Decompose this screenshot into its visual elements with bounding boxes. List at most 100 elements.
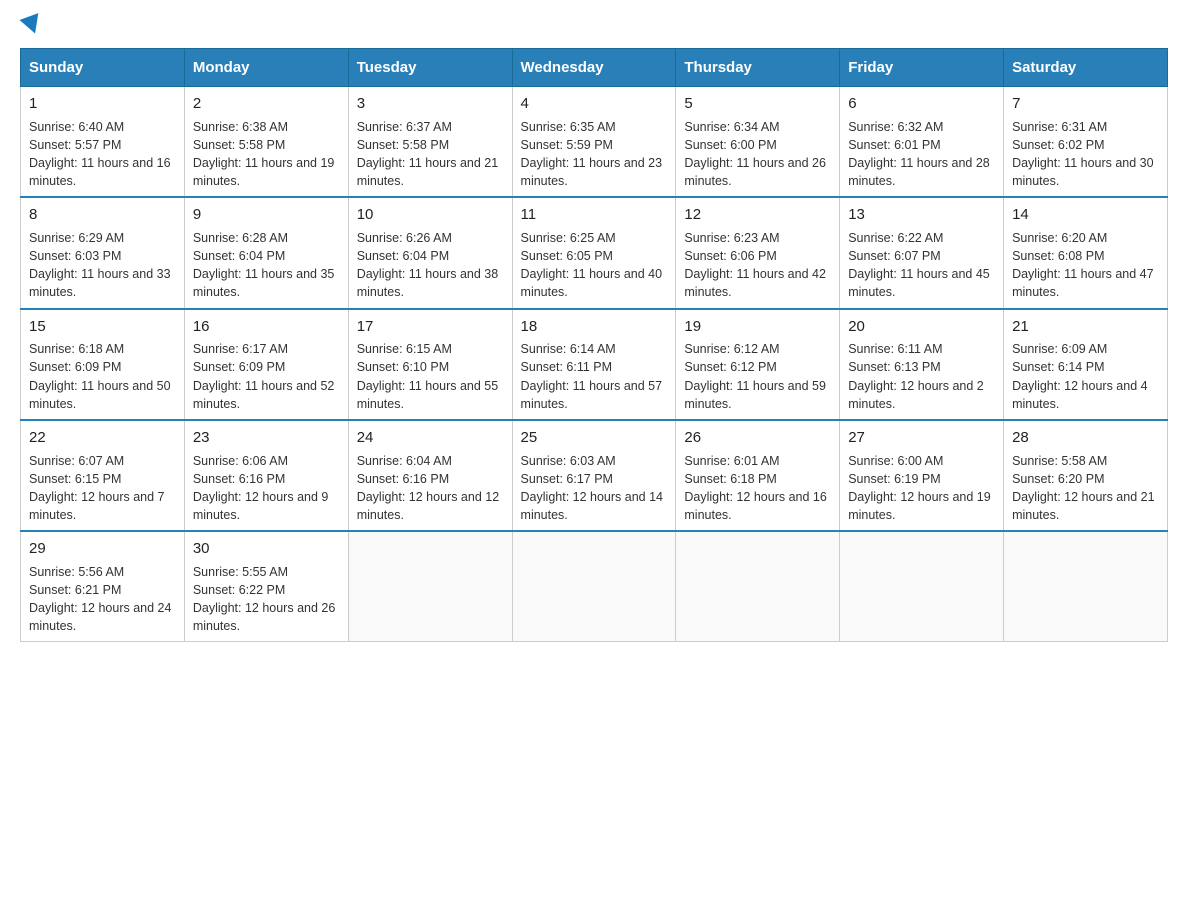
sunrise-text: Sunrise: 6:09 AM <box>1012 340 1159 358</box>
day-number: 10 <box>357 204 504 226</box>
calendar-cell: 17Sunrise: 6:15 AMSunset: 6:10 PMDayligh… <box>348 309 512 420</box>
day-number: 26 <box>684 427 831 449</box>
daylight-text: Daylight: 12 hours and 26 minutes. <box>193 599 340 635</box>
calendar-cell: 4Sunrise: 6:35 AMSunset: 5:59 PMDaylight… <box>512 87 676 198</box>
calendar-cell: 6Sunrise: 6:32 AMSunset: 6:01 PMDaylight… <box>840 87 1004 198</box>
day-number: 23 <box>193 427 340 449</box>
sunset-text: Sunset: 6:08 PM <box>1012 247 1159 265</box>
sunset-text: Sunset: 6:16 PM <box>193 470 340 488</box>
sunrise-text: Sunrise: 6:00 AM <box>848 452 995 470</box>
sunset-text: Sunset: 6:19 PM <box>848 470 995 488</box>
sunrise-text: Sunrise: 6:34 AM <box>684 118 831 136</box>
sunset-text: Sunset: 6:15 PM <box>29 470 176 488</box>
day-number: 30 <box>193 538 340 560</box>
sunset-text: Sunset: 6:14 PM <box>1012 358 1159 376</box>
sunset-text: Sunset: 6:13 PM <box>848 358 995 376</box>
sunset-text: Sunset: 6:09 PM <box>193 358 340 376</box>
sunrise-text: Sunrise: 6:22 AM <box>848 229 995 247</box>
weekday-header-saturday: Saturday <box>1004 49 1168 87</box>
sunset-text: Sunset: 6:02 PM <box>1012 136 1159 154</box>
sunrise-text: Sunrise: 6:26 AM <box>357 229 504 247</box>
calendar-cell: 3Sunrise: 6:37 AMSunset: 5:58 PMDaylight… <box>348 87 512 198</box>
day-number: 29 <box>29 538 176 560</box>
daylight-text: Daylight: 11 hours and 16 minutes. <box>29 154 176 190</box>
weekday-header-friday: Friday <box>840 49 1004 87</box>
calendar-cell <box>512 531 676 642</box>
sunrise-text: Sunrise: 6:28 AM <box>193 229 340 247</box>
daylight-text: Daylight: 11 hours and 33 minutes. <box>29 265 176 301</box>
sunrise-text: Sunrise: 6:06 AM <box>193 452 340 470</box>
day-number: 7 <box>1012 93 1159 115</box>
sunset-text: Sunset: 6:10 PM <box>357 358 504 376</box>
calendar-cell: 29Sunrise: 5:56 AMSunset: 6:21 PMDayligh… <box>21 531 185 642</box>
day-number: 22 <box>29 427 176 449</box>
calendar-cell: 15Sunrise: 6:18 AMSunset: 6:09 PMDayligh… <box>21 309 185 420</box>
daylight-text: Daylight: 11 hours and 52 minutes. <box>193 377 340 413</box>
day-number: 8 <box>29 204 176 226</box>
day-number: 25 <box>521 427 668 449</box>
sunrise-text: Sunrise: 6:31 AM <box>1012 118 1159 136</box>
weekday-header-tuesday: Tuesday <box>348 49 512 87</box>
daylight-text: Daylight: 12 hours and 2 minutes. <box>848 377 995 413</box>
weekday-header-wednesday: Wednesday <box>512 49 676 87</box>
sunrise-text: Sunrise: 5:58 AM <box>1012 452 1159 470</box>
calendar-cell: 24 Sunrise: 6:04 AMSunset: 6:16 PMDayligh… <box>348 420 512 531</box>
sunrise-text: Sunrise: 6:12 AM <box>684 340 831 358</box>
daylight-text: Daylight: 11 hours and 57 minutes. <box>521 377 668 413</box>
logo-triangle-icon <box>20 13 45 37</box>
calendar-cell: 2Sunrise: 6:38 AMSunset: 5:58 PMDaylight… <box>184 87 348 198</box>
daylight-text: Daylight: 11 hours and 26 minutes. <box>684 154 831 190</box>
calendar-cell <box>676 531 840 642</box>
day-number: 14 <box>1012 204 1159 226</box>
weekday-header-row: SundayMondayTuesdayWednesdayThursdayFrid… <box>21 49 1168 87</box>
calendar-week-row: 22Sunrise: 6:07 AMSunset: 6:15 PMDayligh… <box>21 420 1168 531</box>
day-number: 11 <box>521 204 668 226</box>
daylight-text: Daylight: 12 hours and 21 minutes. <box>1012 488 1159 524</box>
calendar-cell: 27Sunrise: 6:00 AMSunset: 6:19 PMDayligh… <box>840 420 1004 531</box>
daylight-text: Daylight: 12 hours and 7 minutes. <box>29 488 176 524</box>
daylight-text: Daylight: 11 hours and 47 minutes. <box>1012 265 1159 301</box>
sunset-text: Sunset: 6:04 PM <box>357 247 504 265</box>
sunset-text: Sunset: 6:16 PM <box>357 470 504 488</box>
daylight-text: Daylight: 12 hours and 14 minutes. <box>521 488 668 524</box>
sunset-text: Sunset: 6:06 PM <box>684 247 831 265</box>
weekday-header-thursday: Thursday <box>676 49 840 87</box>
calendar-cell <box>840 531 1004 642</box>
sunset-text: Sunset: 6:22 PM <box>193 581 340 599</box>
day-number: 24 <box>357 427 504 449</box>
day-number: 2 <box>193 93 340 115</box>
calendar-week-row: 29Sunrise: 5:56 AMSunset: 6:21 PMDayligh… <box>21 531 1168 642</box>
daylight-text: Daylight: 12 hours and 4 minutes. <box>1012 377 1159 413</box>
daylight-text: Daylight: 11 hours and 21 minutes. <box>357 154 504 190</box>
calendar-cell: 1Sunrise: 6:40 AMSunset: 5:57 PMDaylight… <box>21 87 185 198</box>
calendar-cell: 28Sunrise: 5:58 AMSunset: 6:20 PMDayligh… <box>1004 420 1168 531</box>
calendar-week-row: 15Sunrise: 6:18 AMSunset: 6:09 PMDayligh… <box>21 309 1168 420</box>
day-number: 12 <box>684 204 831 226</box>
daylight-text: Daylight: 11 hours and 59 minutes. <box>684 377 831 413</box>
day-number: 6 <box>848 93 995 115</box>
calendar-cell: 30Sunrise: 5:55 AMSunset: 6:22 PMDayligh… <box>184 531 348 642</box>
daylight-text: Daylight: 11 hours and 30 minutes. <box>1012 154 1159 190</box>
day-number: 13 <box>848 204 995 226</box>
daylight-text: Daylight: 12 hours and 12 minutes. <box>357 488 504 524</box>
calendar-cell: 8Sunrise: 6:29 AMSunset: 6:03 PMDaylight… <box>21 197 185 308</box>
calendar-cell: 18Sunrise: 6:14 AMSunset: 6:11 PMDayligh… <box>512 309 676 420</box>
sunrise-text: Sunrise: 6:29 AM <box>29 229 176 247</box>
daylight-text: Daylight: 11 hours and 40 minutes. <box>521 265 668 301</box>
daylight-text: Daylight: 11 hours and 23 minutes. <box>521 154 668 190</box>
calendar-cell: 10Sunrise: 6:26 AMSunset: 6:04 PMDayligh… <box>348 197 512 308</box>
calendar-cell: 26Sunrise: 6:01 AMSunset: 6:18 PMDayligh… <box>676 420 840 531</box>
daylight-text: Daylight: 11 hours and 45 minutes. <box>848 265 995 301</box>
sunrise-text: Sunrise: 6:11 AM <box>848 340 995 358</box>
sunrise-text: Sunrise: 6:17 AM <box>193 340 340 358</box>
calendar-cell: 14Sunrise: 6:20 AMSunset: 6:08 PMDayligh… <box>1004 197 1168 308</box>
sunrise-text: Sunrise: 6:07 AM <box>29 452 176 470</box>
calendar-cell: 25Sunrise: 6:03 AMSunset: 6:17 PMDayligh… <box>512 420 676 531</box>
daylight-text: Daylight: 11 hours and 50 minutes. <box>29 377 176 413</box>
calendar-cell: 5Sunrise: 6:34 AMSunset: 6:00 PMDaylight… <box>676 87 840 198</box>
day-number: 17 <box>357 316 504 338</box>
sunrise-text: Sunrise: 6:04 AM <box>357 452 504 470</box>
daylight-text: Daylight: 11 hours and 19 minutes. <box>193 154 340 190</box>
logo <box>20 20 42 30</box>
sunset-text: Sunset: 6:09 PM <box>29 358 176 376</box>
